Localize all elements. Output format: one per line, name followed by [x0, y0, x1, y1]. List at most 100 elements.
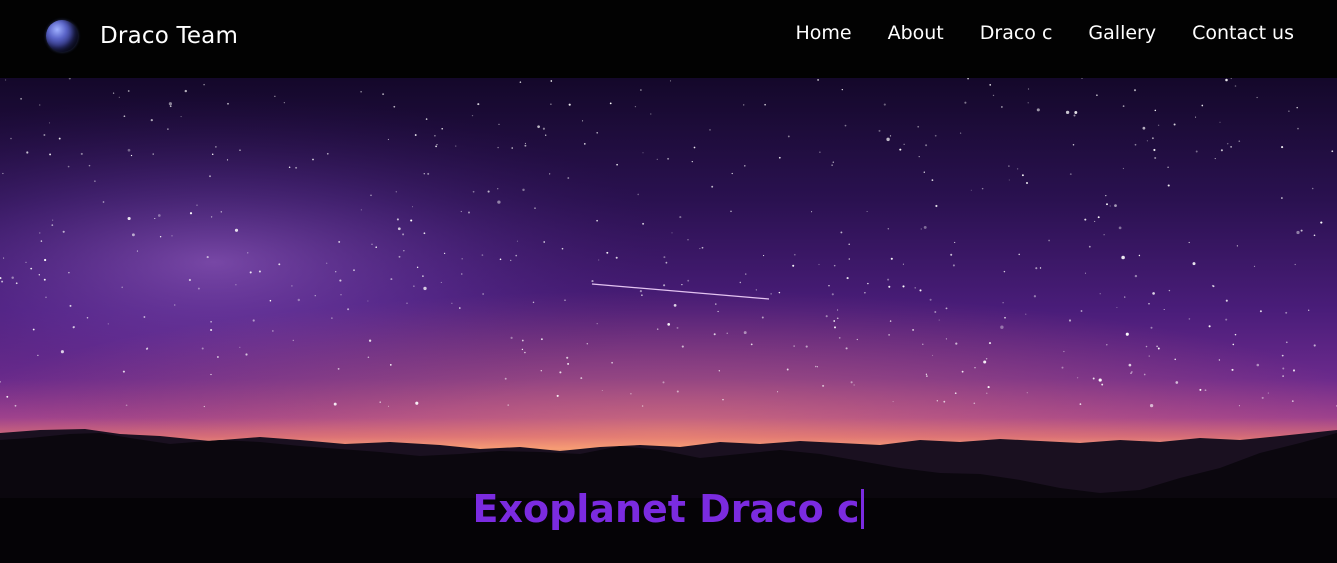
star — [1008, 179, 1010, 181]
star — [1146, 140, 1148, 142]
star — [477, 103, 480, 106]
nav-about[interactable]: About — [888, 22, 944, 44]
star — [819, 151, 821, 153]
star — [389, 364, 392, 366]
star — [39, 232, 41, 234]
star — [375, 246, 377, 248]
star — [201, 347, 204, 350]
star — [497, 188, 499, 190]
star — [840, 231, 843, 234]
star — [472, 190, 475, 193]
star — [950, 253, 953, 256]
star — [269, 299, 272, 302]
brand-link[interactable]: Draco Team — [46, 19, 238, 53]
star — [1003, 270, 1006, 273]
star — [461, 273, 463, 275]
nav-draco-c[interactable]: Draco c — [980, 22, 1053, 44]
star — [777, 391, 779, 393]
star — [662, 381, 665, 384]
star — [397, 227, 401, 231]
star — [14, 404, 17, 407]
star — [1188, 241, 1190, 244]
star — [88, 164, 91, 167]
star — [825, 315, 828, 318]
star — [856, 338, 858, 341]
star — [497, 200, 501, 204]
star — [62, 230, 65, 233]
star — [888, 334, 890, 336]
star — [580, 377, 583, 380]
star — [460, 210, 462, 213]
star — [567, 177, 570, 179]
star — [534, 207, 536, 209]
star — [441, 127, 443, 130]
star — [86, 317, 89, 319]
star — [985, 358, 988, 360]
star — [393, 105, 396, 108]
star — [184, 89, 187, 93]
star — [3, 257, 5, 259]
nav-contact-us[interactable]: Contact us — [1192, 22, 1294, 44]
star — [925, 144, 928, 147]
star — [598, 259, 600, 261]
star — [80, 152, 83, 155]
star — [918, 155, 920, 158]
star — [1168, 289, 1171, 292]
star — [371, 243, 373, 245]
star — [188, 278, 191, 282]
star — [1311, 187, 1314, 190]
star — [744, 165, 746, 167]
nav-home[interactable]: Home — [795, 22, 851, 44]
star — [1225, 299, 1228, 302]
star — [1072, 143, 1075, 146]
star — [663, 284, 666, 287]
star — [550, 80, 553, 82]
star — [726, 332, 728, 334]
star — [1195, 150, 1198, 153]
star — [1148, 303, 1150, 305]
star — [730, 210, 732, 213]
star — [1225, 318, 1228, 321]
star — [1331, 150, 1334, 153]
star — [395, 191, 397, 193]
star — [606, 251, 609, 254]
star — [180, 116, 182, 118]
star — [1256, 363, 1260, 367]
star — [427, 172, 430, 175]
star — [239, 149, 241, 151]
star — [671, 232, 673, 234]
star — [1148, 355, 1150, 357]
star — [314, 295, 316, 297]
star — [1261, 396, 1264, 399]
star — [398, 255, 401, 258]
star — [326, 262, 328, 264]
star — [886, 137, 890, 142]
hero-section: Exoplanet Draco c — [0, 78, 1337, 563]
star — [561, 247, 564, 250]
star — [792, 264, 795, 267]
star — [1065, 110, 1070, 115]
star — [1116, 306, 1118, 309]
star — [511, 147, 513, 149]
star — [210, 320, 212, 323]
star — [2, 172, 4, 175]
star — [755, 289, 757, 291]
planet-icon — [46, 20, 78, 52]
star — [805, 345, 808, 348]
star — [196, 204, 198, 206]
star — [713, 333, 716, 336]
star — [1320, 221, 1323, 224]
star — [210, 373, 212, 376]
star — [1234, 333, 1237, 336]
nav-gallery[interactable]: Gallery — [1088, 22, 1156, 44]
star — [709, 129, 711, 131]
star — [818, 263, 820, 266]
star — [440, 281, 442, 283]
star — [1027, 102, 1029, 104]
star — [1208, 325, 1211, 328]
star — [209, 175, 211, 178]
star — [1300, 229, 1303, 232]
star — [58, 137, 61, 140]
star — [917, 125, 920, 128]
star — [929, 298, 932, 301]
